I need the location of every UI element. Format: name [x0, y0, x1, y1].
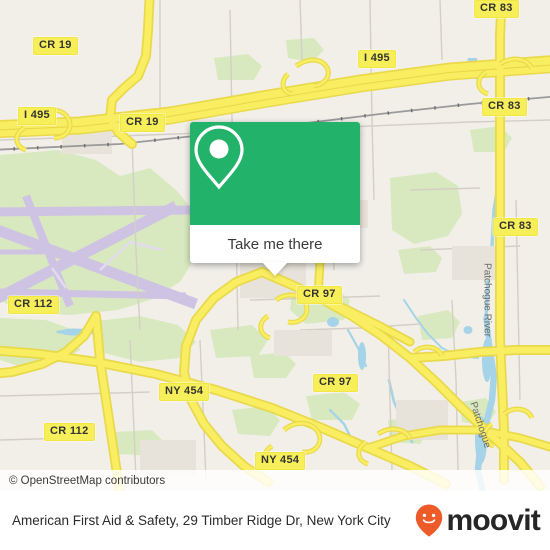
moovit-wordmark: moovit [446, 503, 540, 537]
popup-header [190, 122, 360, 225]
popup-footer[interactable]: Take me there [190, 225, 360, 276]
road-shield: NY 454 [255, 452, 306, 470]
map-pin-icon [194, 125, 244, 190]
popup-pointer-tail [262, 262, 288, 276]
road-shield: I 495 [18, 107, 56, 125]
road-shield: CR 83 [482, 98, 527, 116]
road-shield: CR 97 [313, 374, 358, 392]
moovit-brand[interactable]: moovit [415, 503, 541, 537]
footer-bar: American First Aid & Safety, 29 Timber R… [0, 491, 550, 550]
road-shield: I 495 [358, 50, 396, 68]
take-me-there-label: Take me there [227, 235, 323, 253]
moovit-smiley-pin-icon [416, 504, 443, 537]
road-shield: CR 83 [493, 218, 538, 236]
place-title: American First Aid & Safety, 29 Timber R… [12, 512, 391, 528]
road-shield: CR 97 [297, 286, 342, 304]
road-shield: CR 19 [33, 37, 78, 55]
road-shield: CR 83 [474, 0, 519, 18]
road-shield: CR 112 [8, 296, 59, 314]
take-me-there-popup[interactable]: Take me there [190, 122, 360, 276]
road-shield: NY 454 [159, 383, 210, 401]
road-shield: CR 112 [44, 423, 95, 441]
map-screenshot: CR 19 I 495 CR 83 I 495 CR 19 CR 83 CR 83 CR 97… [0, 0, 550, 550]
attribution-text: © OpenStreetMap contributors [9, 474, 166, 487]
water-label: Patchogue River [481, 263, 493, 337]
road-shield: CR 19 [120, 114, 165, 132]
map-canvas[interactable]: CR 19 I 495 CR 83 I 495 CR 19 CR 83 CR 83 CR 97… [0, 0, 550, 491]
map-attribution[interactable]: © OpenStreetMap contributors [0, 470, 550, 491]
